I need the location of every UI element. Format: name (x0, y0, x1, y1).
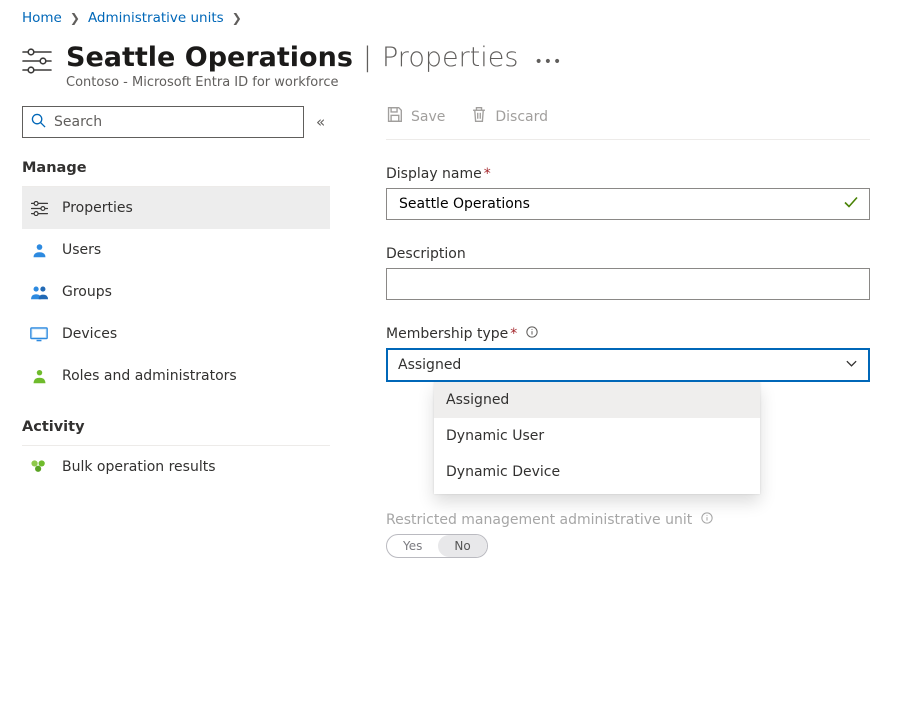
trash-icon (471, 106, 487, 127)
page-subtitle: Contoso - Microsoft Entra ID for workfor… (66, 75, 562, 90)
save-icon (386, 106, 403, 127)
select-value: Assigned (398, 357, 461, 373)
chevron-right-icon: ❯ (68, 11, 82, 25)
sidebar-item-label: Groups (62, 284, 112, 300)
display-name-input-wrapper[interactable] (386, 188, 870, 220)
save-button[interactable]: Save (386, 106, 445, 127)
sidebar-item-users[interactable]: Users (22, 229, 330, 271)
sidebar-item-bulk-results[interactable]: Bulk operation results (22, 446, 330, 488)
sidebar-item-properties[interactable]: Properties (22, 187, 330, 229)
page-header: Seattle Operations | Properties ••• Cont… (0, 32, 898, 102)
membership-type-label: Membership type* (386, 326, 870, 342)
chevron-down-icon (845, 357, 858, 374)
dropdown-option-dynamic-user[interactable]: Dynamic User (434, 418, 760, 454)
search-input-wrapper[interactable] (22, 106, 304, 138)
sidebar-group-manage: Manage (22, 160, 330, 176)
users-icon (28, 284, 50, 301)
title-separator: | (363, 42, 372, 73)
display-name-input[interactable] (397, 195, 843, 213)
restricted-mgmt-toggle[interactable]: Yes No (386, 534, 488, 558)
dropdown-option-dynamic-device[interactable]: Dynamic Device (434, 454, 760, 490)
breadcrumb-home[interactable]: Home (22, 10, 62, 26)
info-icon[interactable] (526, 327, 538, 341)
sidebar-item-groups[interactable]: Groups (22, 271, 330, 313)
sidebar-item-label: Bulk operation results (62, 459, 216, 475)
dropdown-option-assigned[interactable]: Assigned (434, 382, 760, 418)
content-pane: Save Discard Display name* (338, 102, 898, 558)
sidebar: « Manage Properties Users (22, 102, 338, 558)
breadcrumb-admin-units[interactable]: Administrative units (88, 10, 224, 26)
divider (386, 139, 870, 140)
breadcrumb: Home ❯ Administrative units ❯ (0, 0, 898, 32)
sidebar-item-devices[interactable]: Devices (22, 313, 330, 355)
description-label: Description (386, 246, 870, 262)
restricted-mgmt-label: Restricted management administrative uni… (386, 512, 870, 528)
description-input-wrapper[interactable] (386, 268, 870, 300)
description-input[interactable] (397, 275, 859, 293)
sliders-icon (28, 201, 50, 216)
search-icon (31, 113, 46, 132)
membership-type-select[interactable]: Assigned (386, 348, 870, 382)
toolbar: Save Discard (386, 102, 870, 139)
admin-user-icon (28, 368, 50, 385)
device-icon (28, 327, 50, 342)
toggle-yes[interactable]: Yes (387, 535, 438, 557)
chevron-right-icon: ❯ (230, 11, 244, 25)
membership-type-dropdown: Assigned Dynamic User Dynamic Device (434, 382, 760, 494)
toggle-no[interactable]: No (438, 535, 486, 557)
display-name-label: Display name* (386, 166, 870, 182)
info-icon[interactable] (701, 513, 713, 527)
sliders-icon (22, 48, 52, 78)
sidebar-item-label: Properties (62, 200, 133, 216)
user-icon (28, 242, 50, 259)
collapse-sidebar-button[interactable]: « (312, 109, 329, 135)
more-icon[interactable]: ••• (534, 54, 562, 70)
page-title: Seattle Operations (66, 42, 353, 73)
sidebar-group-activity: Activity (22, 419, 330, 435)
checkmark-icon (843, 194, 859, 214)
page-section: Properties (382, 42, 518, 73)
sidebar-item-roles[interactable]: Roles and administrators (22, 355, 330, 397)
discard-button[interactable]: Discard (471, 106, 548, 127)
sidebar-item-label: Devices (62, 326, 117, 342)
toolbar-label: Discard (495, 109, 548, 125)
toolbar-label: Save (411, 109, 445, 125)
search-input[interactable] (52, 113, 295, 131)
sidebar-item-label: Roles and administrators (62, 368, 237, 384)
sidebar-item-label: Users (62, 242, 101, 258)
bulk-icon (28, 459, 50, 475)
